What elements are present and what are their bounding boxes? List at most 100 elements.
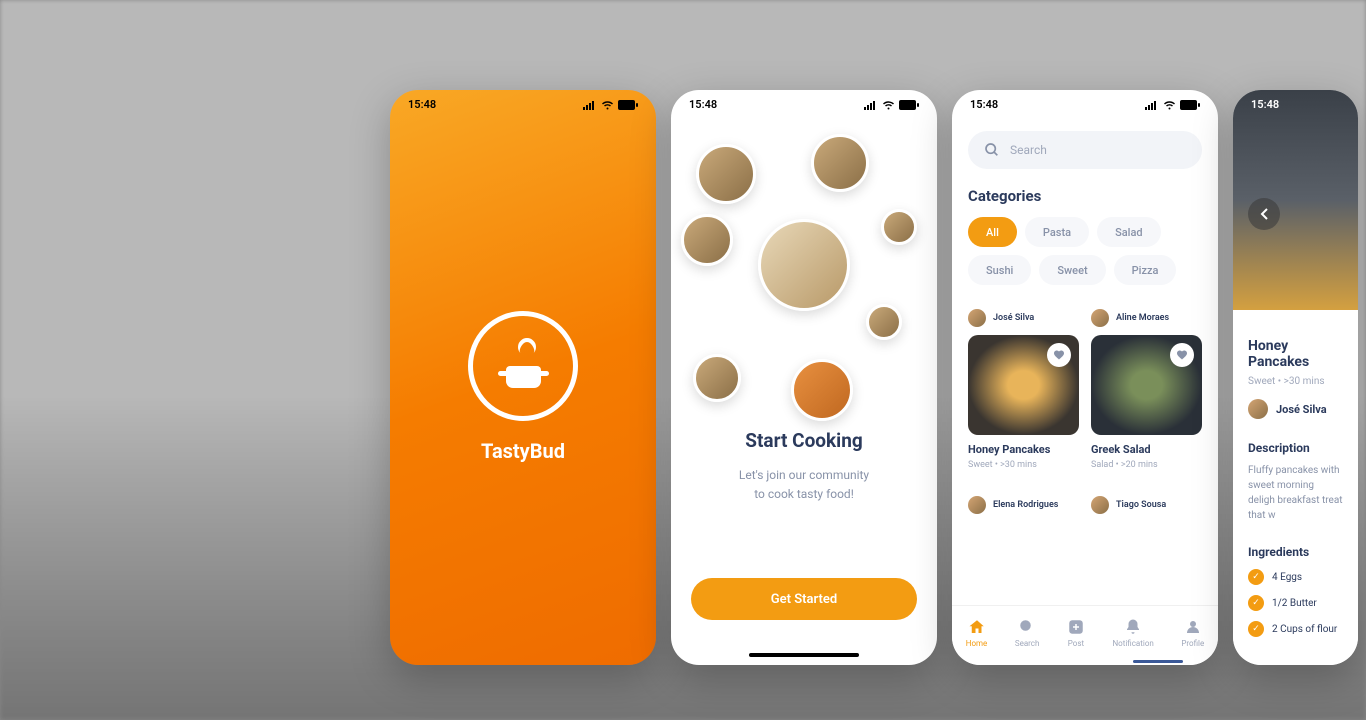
signal-icon xyxy=(583,100,597,110)
ingredient-item: ✓ 4 Eggs xyxy=(1248,569,1343,585)
recipe-image[interactable] xyxy=(1091,335,1202,435)
recipe-card[interactable]: José Silva Honey Pancakes Sweet • >30 mi… xyxy=(968,309,1079,470)
nav-post[interactable]: Post xyxy=(1067,618,1085,648)
recipe-author[interactable]: Aline Moraes xyxy=(1091,309,1202,327)
profile-icon xyxy=(1184,618,1202,636)
favorite-button[interactable] xyxy=(1170,343,1194,367)
onboarding-title: Start Cooking xyxy=(701,429,907,452)
recipe-author[interactable]: José Silva xyxy=(968,309,1079,327)
avatar xyxy=(1091,496,1109,514)
favorite-button[interactable] xyxy=(1047,343,1071,367)
chip-sweet[interactable]: Sweet xyxy=(1039,255,1105,285)
recipe-meta: Sweet • >30 mins xyxy=(968,460,1079,470)
plus-icon xyxy=(1067,618,1085,636)
recipe-card[interactable]: Aline Moraes Greek Salad Salad • >20 min… xyxy=(1091,309,1202,470)
search-icon xyxy=(984,142,1000,158)
battery-icon xyxy=(899,100,919,110)
avatar xyxy=(968,496,986,514)
recipe-hero-image: 15:48 xyxy=(1233,90,1358,310)
battery-icon xyxy=(1180,100,1200,110)
avatar xyxy=(1091,309,1109,327)
status-time: 15:48 xyxy=(408,98,436,111)
status-icons xyxy=(583,100,638,110)
status-time: 15:48 xyxy=(970,98,998,111)
ingredients-title: Ingredients xyxy=(1248,545,1343,559)
chip-sushi[interactable]: Sushi xyxy=(968,255,1031,285)
avatar xyxy=(1248,399,1268,419)
onboarding-text: Start Cooking Let's join our community t… xyxy=(671,429,937,504)
search-icon xyxy=(1018,618,1036,636)
description-text: Fluffy pancakes with sweet morning delig… xyxy=(1248,463,1343,523)
app-name: TastyBud xyxy=(481,439,565,463)
search-input[interactable]: Search xyxy=(968,131,1202,169)
recipe-author[interactable]: Elena Rodrigues xyxy=(968,496,1079,514)
chip-salad[interactable]: Salad xyxy=(1097,217,1161,247)
onboarding-screen: 15:48 Start Cooking Let's join our commu… xyxy=(671,90,937,665)
home-icon xyxy=(968,618,986,636)
food-bubble xyxy=(681,214,733,266)
food-bubble xyxy=(866,304,902,340)
category-chips: All Pasta Salad Sushi Sweet Pizza xyxy=(952,217,1218,285)
back-button[interactable] xyxy=(1248,198,1280,230)
ingredient-item: ✓ 1/2 Butter xyxy=(1248,595,1343,611)
home-screen: 15:48 Search Categories All Pasta Salad … xyxy=(952,90,1218,665)
nav-notification[interactable]: Notification xyxy=(1112,618,1153,648)
nav-home[interactable]: Home xyxy=(966,618,988,648)
splash-content: TastyBud xyxy=(390,119,656,654)
recipe-author[interactable]: Tiago Sousa xyxy=(1091,496,1202,514)
status-time: 15:48 xyxy=(1251,98,1279,111)
nav-underline xyxy=(1133,660,1183,663)
recipe-grid: José Silva Honey Pancakes Sweet • >30 mi… xyxy=(952,285,1218,522)
recipe-image[interactable] xyxy=(968,335,1079,435)
bell-icon xyxy=(1124,618,1142,636)
recipe-card[interactable]: Tiago Sousa xyxy=(1091,496,1202,522)
food-bubble xyxy=(758,219,850,311)
search-placeholder: Search xyxy=(1010,143,1047,157)
status-bar: 15:48 xyxy=(1233,90,1358,119)
recipe-author[interactable]: José Silva xyxy=(1248,399,1343,419)
chip-pizza[interactable]: Pizza xyxy=(1114,255,1177,285)
get-started-button[interactable]: Get Started xyxy=(691,578,917,620)
check-icon: ✓ xyxy=(1248,569,1264,585)
ingredients-list: ✓ 4 Eggs ✓ 1/2 Butter ✓ 2 Cups of flour xyxy=(1248,569,1343,637)
recipe-name: Greek Salad xyxy=(1091,443,1202,456)
detail-sheet: Honey Pancakes Sweet • >30 mins José Sil… xyxy=(1233,320,1358,665)
bottom-nav: Home Search Post Notification Profile xyxy=(952,605,1218,665)
check-icon: ✓ xyxy=(1248,621,1264,637)
recipe-title: Honey Pancakes xyxy=(1248,338,1343,370)
wifi-icon xyxy=(1163,100,1176,110)
recipe-name: Honey Pancakes xyxy=(968,443,1079,456)
recipe-card[interactable]: Elena Rodrigues xyxy=(968,496,1079,522)
signal-icon xyxy=(1145,100,1159,110)
status-bar: 15:48 xyxy=(952,90,1218,119)
chip-all[interactable]: All xyxy=(968,217,1017,247)
recipe-meta: Sweet • >30 mins xyxy=(1248,376,1343,387)
check-icon: ✓ xyxy=(1248,595,1264,611)
food-bubble xyxy=(811,134,869,192)
categories-title: Categories xyxy=(968,187,1202,205)
food-bubble xyxy=(881,209,917,245)
splash-screen: 15:48 TastyBud xyxy=(390,90,656,665)
phone-screens-row: 15:48 TastyBud 15:48 Star xyxy=(390,90,1358,665)
food-bubbles xyxy=(671,129,937,429)
status-bar: 15:48 xyxy=(390,90,656,119)
ingredient-item: ✓ 2 Cups of flour xyxy=(1248,621,1343,637)
home-indicator[interactable] xyxy=(749,653,859,657)
recipe-meta: Salad • >20 mins xyxy=(1091,460,1202,470)
food-bubble xyxy=(696,144,756,204)
recipe-detail-screen: 15:48 Honey Pancakes Sweet • >30 mins Jo… xyxy=(1233,90,1358,665)
signal-icon xyxy=(864,100,878,110)
status-icons xyxy=(1145,100,1200,110)
nav-profile[interactable]: Profile xyxy=(1181,618,1204,648)
status-bar: 15:48 xyxy=(671,90,937,119)
pot-icon xyxy=(496,338,551,393)
app-logo xyxy=(468,311,578,421)
onboarding-subtitle: Let's join our community to cook tasty f… xyxy=(701,466,907,504)
chip-pasta[interactable]: Pasta xyxy=(1025,217,1089,247)
chevron-left-icon xyxy=(1259,207,1269,221)
nav-search[interactable]: Search xyxy=(1015,618,1040,648)
description-title: Description xyxy=(1248,441,1343,455)
avatar xyxy=(968,309,986,327)
battery-icon xyxy=(618,100,638,110)
status-time: 15:48 xyxy=(689,98,717,111)
